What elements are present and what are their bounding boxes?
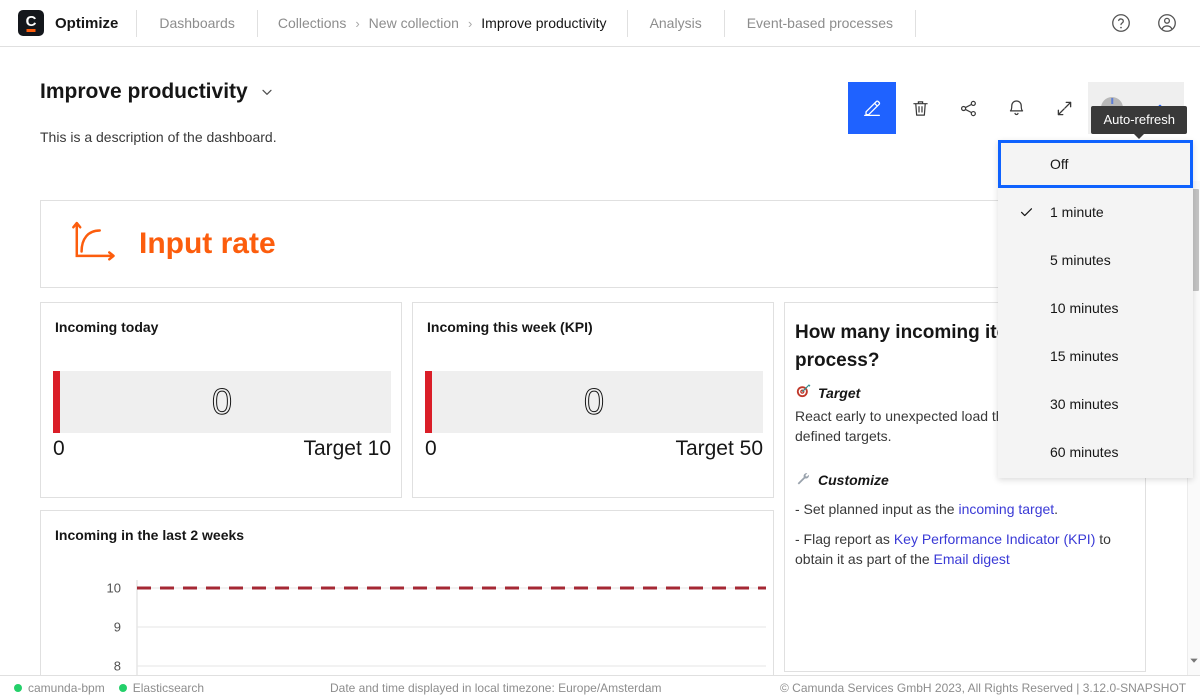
brand-name: Optimize — [55, 15, 118, 32]
menu-item-5-minutes[interactable]: 5 minutes — [998, 236, 1193, 284]
kpi-card-incoming-today: Incoming today 0 0 Target 10 — [40, 302, 402, 498]
gauge-fill — [425, 371, 432, 433]
gauge-min-label: 0 — [53, 437, 65, 461]
y-tick-label: 9 — [87, 620, 121, 635]
footer: camunda-bpm Elasticsearch Date and time … — [0, 675, 1200, 700]
breadcrumb-collections[interactable]: Collections — [278, 15, 346, 31]
app-root: C Optimize Dashboards Collections › New … — [0, 0, 1200, 700]
info-panel-bullet-1: - Set planned input as the incoming targ… — [795, 500, 1129, 520]
clock-hand — [1111, 98, 1113, 104]
gauge-labels: 0 Target 50 — [425, 437, 763, 461]
menu-item-label: Off — [1050, 156, 1068, 172]
kpi-card-title: Incoming this week (KPI) — [413, 303, 773, 335]
chart-plot: 10 9 8 — [41, 555, 774, 675]
menu-item-label: 60 minutes — [1050, 444, 1118, 460]
kpi-link[interactable]: Key Performance Indicator (KPI) — [894, 531, 1096, 547]
fullscreen-button[interactable] — [1040, 82, 1088, 134]
nav-link-event-based-processes[interactable]: Event-based processes — [725, 0, 915, 47]
brand-logo[interactable]: C Optimize — [0, 10, 118, 36]
connection-status-camunda: camunda-bpm — [14, 681, 105, 695]
chart-svg — [41, 555, 774, 675]
menu-item-label: 5 minutes — [1050, 252, 1111, 268]
wrench-icon — [795, 471, 811, 490]
status-dot-icon — [14, 684, 22, 692]
nav-link-dashboards[interactable]: Dashboards — [137, 0, 257, 47]
help-circle-icon[interactable] — [1110, 12, 1132, 34]
connection-label: camunda-bpm — [28, 681, 105, 695]
auto-refresh-tooltip: Auto-refresh — [1091, 106, 1187, 134]
menu-item-label: 30 minutes — [1050, 396, 1118, 412]
gauge-track: 0 — [425, 371, 763, 433]
gauge-value: 0 — [212, 381, 232, 423]
gauge-value: 0 — [584, 381, 604, 423]
bullet-1-pre: - Set planned input as the — [795, 501, 958, 517]
check-icon — [1018, 204, 1035, 221]
menu-item-60-minutes[interactable]: 60 minutes — [998, 428, 1193, 476]
gauge-labels: 0 Target 10 — [53, 437, 391, 461]
info-panel-target-heading: Target — [818, 385, 860, 401]
breadcrumb-new-collection[interactable]: New collection — [369, 15, 459, 31]
input-rate-banner: Input rate — [40, 200, 1152, 288]
bullet-1-post: . — [1054, 501, 1058, 517]
menu-item-off[interactable]: Off — [998, 140, 1193, 188]
bullet-2-pre: - Flag report as — [795, 531, 894, 547]
breadcrumb-current: Improve productivity — [481, 15, 606, 31]
breadcrumb-separator-2: › — [468, 16, 472, 31]
nav-link-analysis[interactable]: Analysis — [628, 0, 724, 47]
page-description: This is a description of the dashboard. — [40, 129, 277, 145]
camunda-logo-icon: C — [18, 10, 44, 36]
menu-item-1-minute[interactable]: 1 minute — [998, 188, 1193, 236]
chevron-down-icon[interactable] — [1189, 653, 1200, 671]
line-chart-axes-icon — [71, 220, 117, 269]
logo-accent-bar — [27, 29, 36, 32]
incoming-target-link[interactable]: incoming target — [958, 501, 1054, 517]
nav-actions — [1110, 12, 1200, 34]
timezone-note: Date and time displayed in local timezon… — [330, 681, 662, 695]
menu-item-15-minutes[interactable]: 15 minutes — [998, 332, 1193, 380]
share-button[interactable] — [944, 82, 992, 134]
dart-target-icon — [795, 383, 811, 402]
top-navigation: C Optimize Dashboards Collections › New … — [0, 0, 1200, 47]
menu-item-30-minutes[interactable]: 30 minutes — [998, 380, 1193, 428]
logo-letter: C — [26, 14, 37, 29]
chevron-down-icon[interactable] — [259, 84, 275, 100]
gauge-track: 0 — [53, 371, 391, 433]
connection-label: Elasticsearch — [133, 681, 204, 695]
delete-button[interactable] — [896, 82, 944, 134]
y-tick-label: 10 — [87, 581, 121, 596]
kpi-card-incoming-this-week: Incoming this week (KPI) 0 0 Target 50 — [412, 302, 774, 498]
menu-item-label: 10 minutes — [1050, 300, 1118, 316]
user-avatar-icon[interactable] — [1156, 12, 1178, 34]
chart-card-title: Incoming in the last 2 weeks — [41, 511, 773, 543]
banner-title: Input rate — [139, 227, 276, 261]
gauge-min-label: 0 — [425, 437, 437, 461]
nav-primary-links: Dashboards — [137, 0, 257, 47]
menu-item-10-minutes[interactable]: 10 minutes — [998, 284, 1193, 332]
gauge-fill — [53, 371, 60, 433]
kpi-card-title: Incoming today — [41, 303, 401, 335]
edit-button[interactable] — [848, 82, 896, 134]
email-digest-link[interactable]: Email digest — [934, 551, 1010, 567]
info-panel-bullet-2: - Flag report as Key Performance Indicat… — [795, 530, 1129, 570]
gauge-target-label: Target 10 — [303, 437, 391, 461]
info-panel-customize-heading: Customize — [818, 472, 889, 488]
y-tick-label: 8 — [87, 659, 121, 674]
breadcrumb: Collections › New collection › Improve p… — [258, 15, 627, 31]
nav-secondary-links: Analysis Event-based processes — [628, 0, 916, 47]
page-title: Improve productivity — [40, 80, 248, 104]
status-dot-icon — [119, 684, 127, 692]
page-title-row: Improve productivity — [40, 80, 275, 104]
gauge-target-label: Target 50 — [675, 437, 763, 461]
gauge: 0 0 Target 10 — [53, 371, 391, 461]
copyright-note: © Camunda Services GmbH 2023, All Rights… — [780, 681, 1186, 695]
breadcrumb-separator-1: › — [355, 16, 359, 31]
menu-item-label: 15 minutes — [1050, 348, 1118, 364]
alert-button[interactable] — [992, 82, 1040, 134]
nav-divider-5 — [915, 10, 916, 37]
chart-card-incoming-last-2-weeks: Incoming in the last 2 weeks 10 9 8 — [40, 510, 774, 675]
gauge: 0 0 Target 50 — [425, 371, 763, 461]
connection-status-elasticsearch: Elasticsearch — [119, 681, 204, 695]
menu-item-label: 1 minute — [1050, 204, 1104, 220]
auto-refresh-menu: Off 1 minute 5 minutes 10 minutes 15 min… — [998, 140, 1193, 478]
